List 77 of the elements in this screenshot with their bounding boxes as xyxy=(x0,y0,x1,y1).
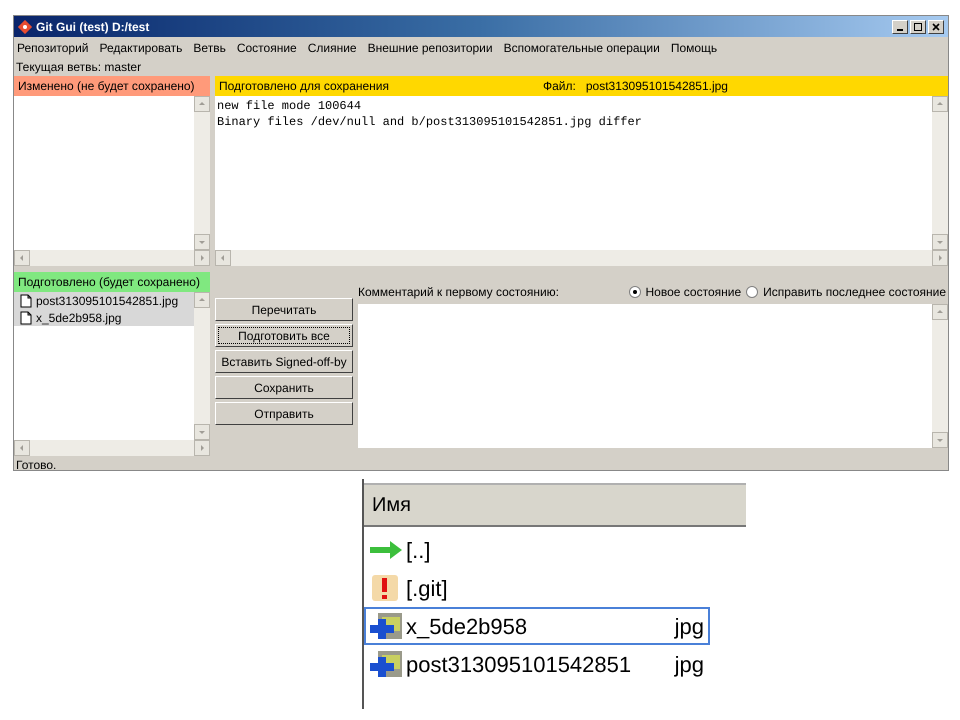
scroll-left-button[interactable] xyxy=(14,440,30,456)
menu-item[interactable]: Состояние xyxy=(236,38,297,56)
unstaged-header: Изменено (не будет сохранено) xyxy=(14,76,210,96)
file-row[interactable]: [..] xyxy=(364,531,710,569)
diff-line: Binary files /dev/null and b/post313095101542851.jpg differ xyxy=(217,114,643,130)
file-row[interactable]: post313095101542851 jpg xyxy=(364,645,710,683)
file-name: x_5de2b958.jpg xyxy=(36,310,122,326)
vertical-scrollbar[interactable] xyxy=(194,96,210,250)
scroll-down-button[interactable] xyxy=(194,234,210,250)
staged-header: Подготовлено (будет сохранено) xyxy=(14,272,210,292)
file-icon xyxy=(20,310,32,324)
action-button[interactable]: Отправить xyxy=(215,402,353,425)
vertical-scrollbar[interactable] xyxy=(932,304,948,448)
menu-item[interactable]: Репозиторий xyxy=(17,38,89,56)
menu-item[interactable]: Слияние xyxy=(308,38,357,56)
menu-item[interactable]: Редактировать xyxy=(100,38,182,56)
close-icon xyxy=(932,22,940,30)
menu-item[interactable]: Вспомогательные операции xyxy=(504,38,660,56)
horizontal-scrollbar[interactable] xyxy=(14,250,210,266)
scroll-right-button[interactable] xyxy=(194,440,210,456)
scroll-up-button[interactable] xyxy=(932,304,948,320)
minimize-button[interactable] xyxy=(892,20,908,34)
image-file-icon xyxy=(368,649,404,679)
status-bar-text: Готово. xyxy=(16,457,56,474)
scroll-right-button[interactable] xyxy=(932,250,948,266)
file-name: x_5de2b958 xyxy=(406,612,528,640)
file-icon xyxy=(20,294,32,308)
file-name: [..] xyxy=(406,536,430,565)
commit-message-field[interactable] xyxy=(358,304,932,448)
menu-item[interactable]: Ветвь xyxy=(193,38,226,56)
column-header[interactable]: Имя xyxy=(364,483,746,527)
staged-file-item[interactable]: post313095101542851.jpg xyxy=(14,292,194,309)
scroll-left-button[interactable] xyxy=(215,250,231,266)
horizontal-scrollbar[interactable] xyxy=(14,440,210,456)
action-button[interactable]: Перечитать xyxy=(215,298,353,321)
menu-item[interactable]: Помощь xyxy=(670,38,718,56)
current-branch-label: Текущая ветвь: master xyxy=(16,59,142,76)
file-row[interactable]: x_5de2b958 jpg xyxy=(364,607,710,645)
image-file-icon xyxy=(368,611,404,641)
commit-message-label: Комментарий к первому состоянию: xyxy=(358,284,559,301)
file-name: [.git] xyxy=(406,574,448,603)
radio-label: Новое состояние xyxy=(646,284,742,301)
minimize-icon xyxy=(897,28,903,30)
file-extension: jpg xyxy=(674,612,704,641)
menu-item[interactable]: Внешние репозитории xyxy=(368,38,493,56)
file-extension: jpg xyxy=(674,650,704,679)
maximize-button[interactable] xyxy=(910,20,926,34)
scroll-right-button[interactable] xyxy=(194,250,210,266)
file-row[interactable]: [.git] xyxy=(364,569,710,607)
diff-status: Подготовлено для сохранения xyxy=(219,78,390,95)
close-button[interactable] xyxy=(928,20,944,34)
vertical-scrollbar[interactable] xyxy=(932,96,948,250)
scroll-up-button[interactable] xyxy=(194,96,210,112)
window-title: Git Gui (test) D:/test xyxy=(36,18,150,36)
arrow-right-icon xyxy=(368,539,404,561)
scroll-up-button[interactable] xyxy=(932,96,948,112)
radio-button[interactable] xyxy=(746,286,758,298)
scroll-left-button[interactable] xyxy=(14,250,30,266)
staged-file-item[interactable]: x_5de2b958.jpg xyxy=(14,309,194,326)
action-button[interactable]: Вставить Signed-off-by xyxy=(215,350,353,373)
maximize-icon xyxy=(914,22,922,30)
scroll-down-button[interactable] xyxy=(932,432,948,448)
radio-option[interactable]: Новое состояние xyxy=(628,283,742,301)
scroll-down-button[interactable] xyxy=(932,234,948,250)
file-name: post313095101542851 xyxy=(406,650,632,679)
radio-button[interactable] xyxy=(628,286,641,298)
action-button[interactable]: Подготовить все xyxy=(215,324,353,347)
file-name: post313095101542851.jpg xyxy=(586,78,728,95)
file-label: Файл: xyxy=(543,78,576,95)
diamond-logo-icon xyxy=(18,20,32,34)
vertical-scrollbar[interactable] xyxy=(194,292,210,440)
scroll-down-button[interactable] xyxy=(194,424,210,440)
file-name: post313095101542851.jpg xyxy=(36,292,178,310)
horizontal-scrollbar[interactable] xyxy=(215,250,948,266)
action-button[interactable]: Сохранить xyxy=(215,376,353,399)
diff-line: new file mode 100644 xyxy=(217,98,362,114)
scroll-up-button[interactable] xyxy=(194,292,210,308)
